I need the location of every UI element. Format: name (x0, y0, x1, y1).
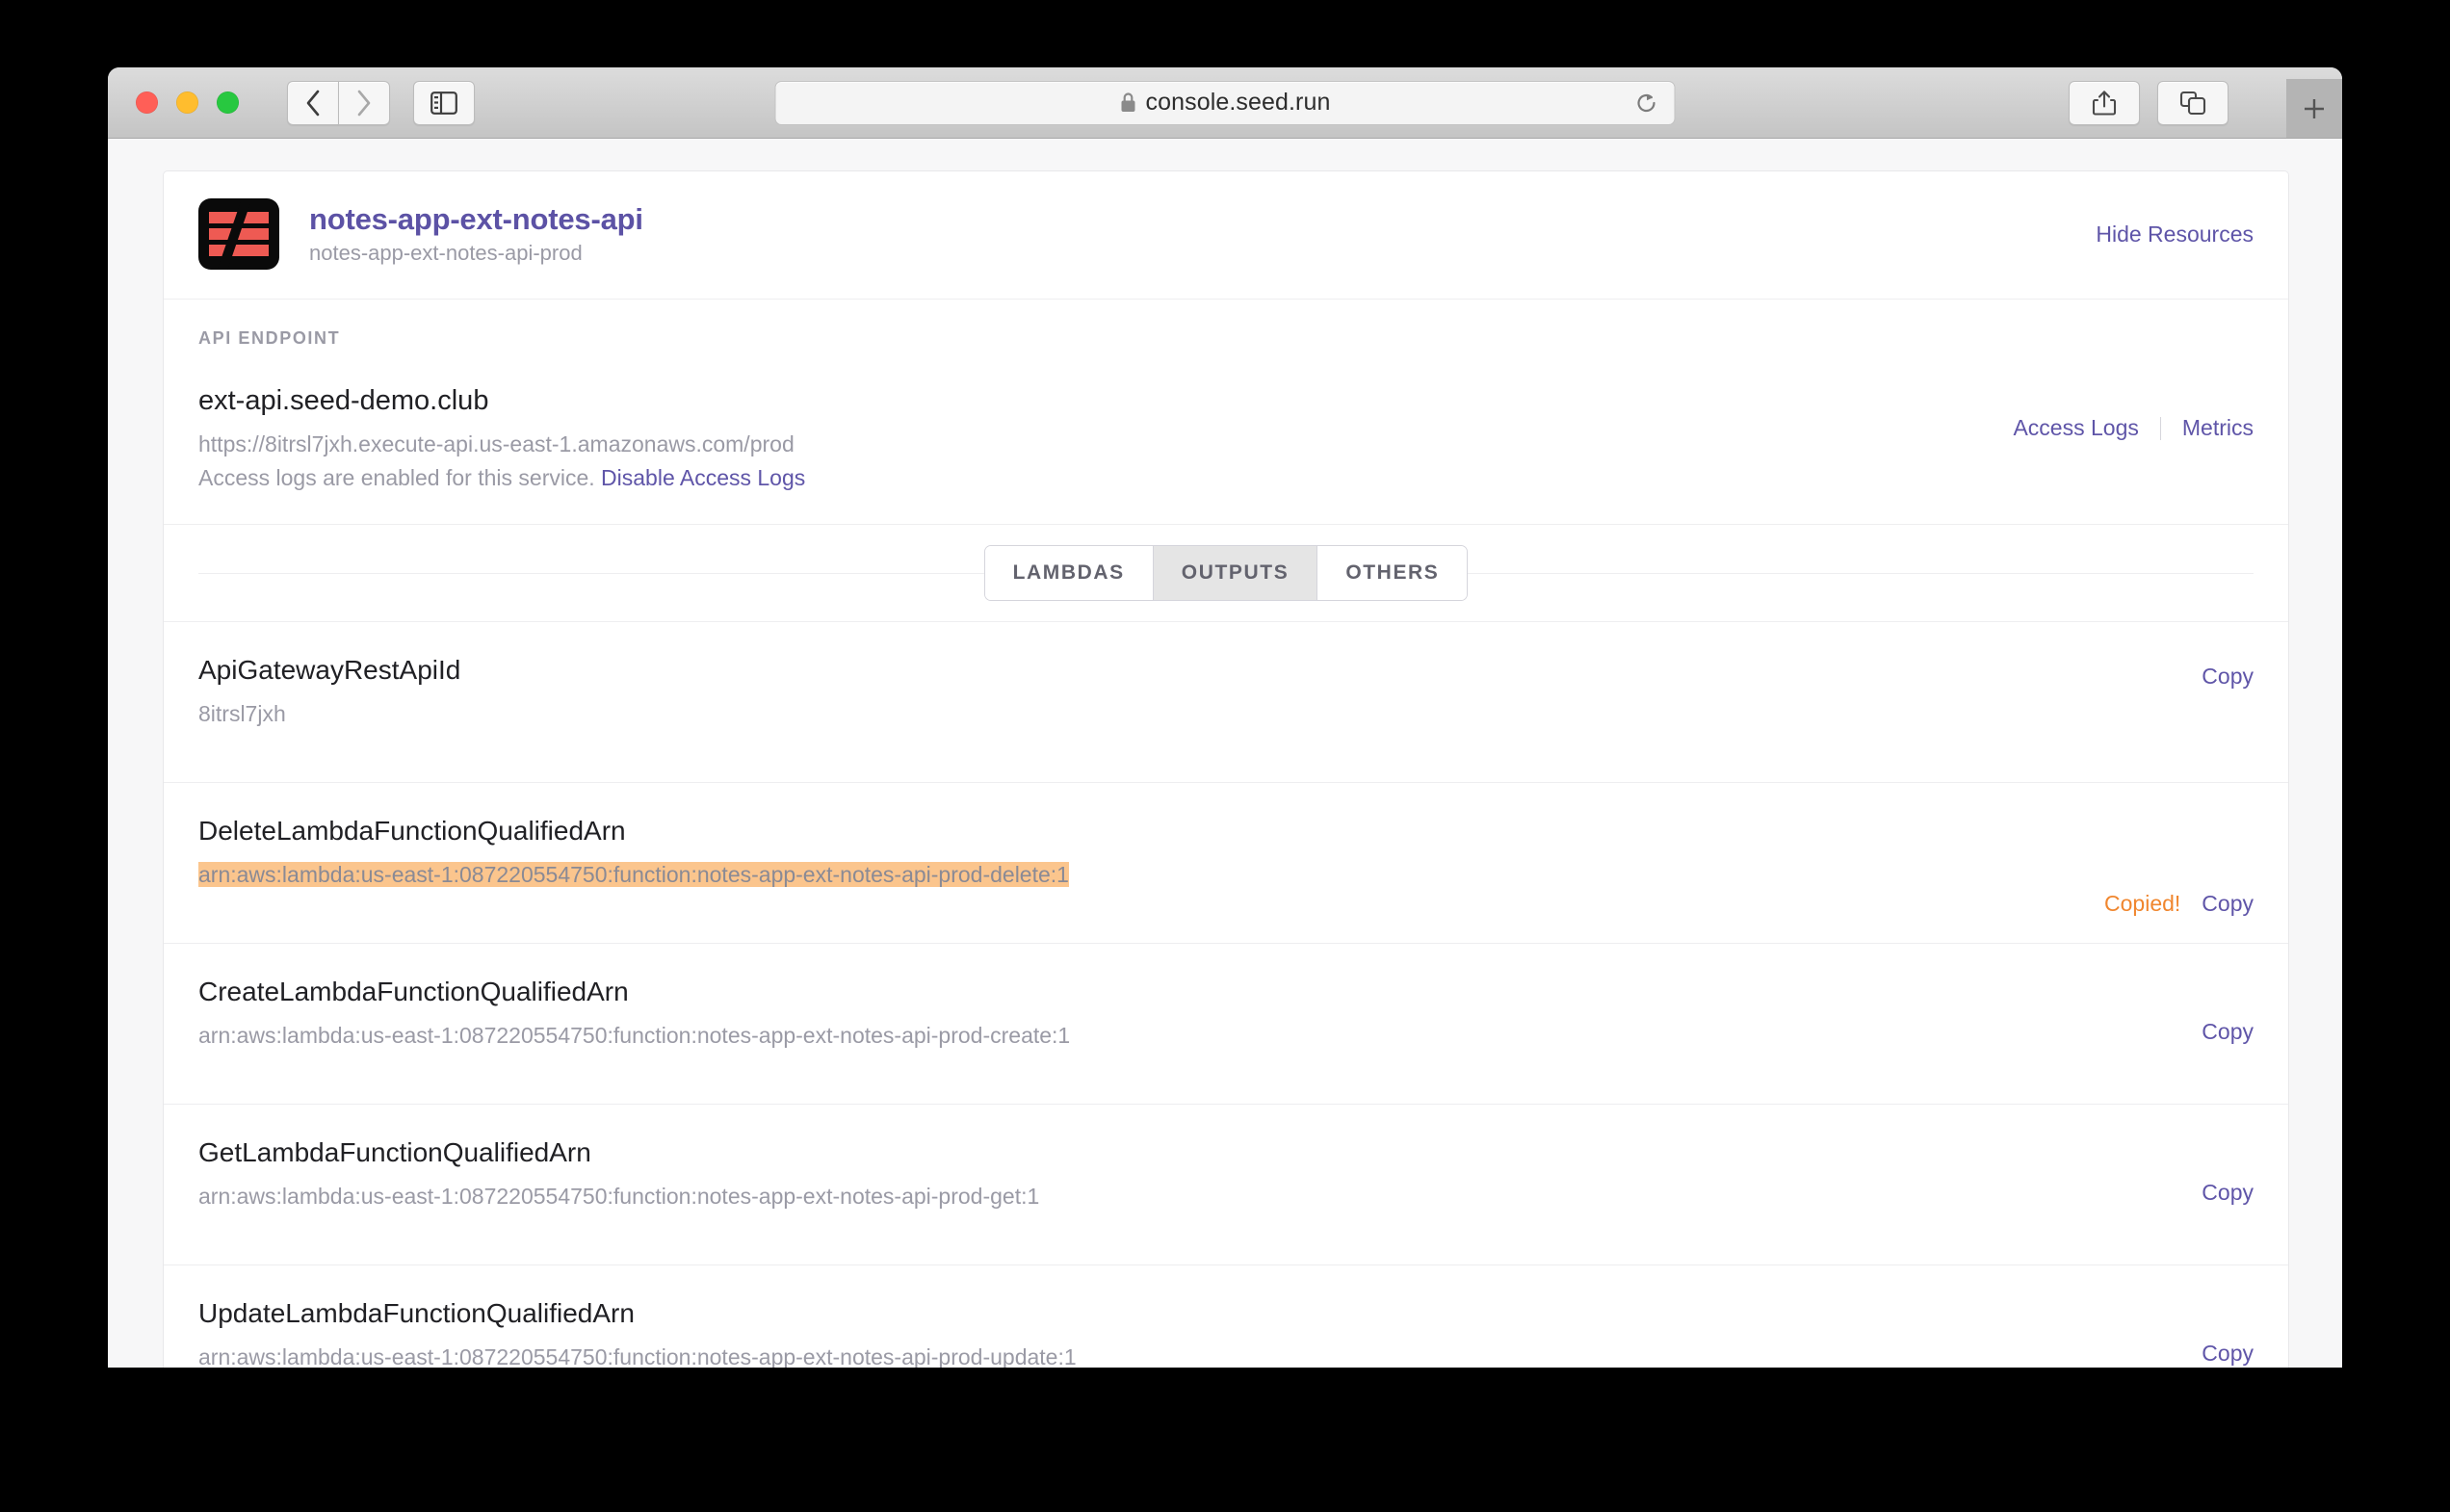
url-text: console.seed.run (1145, 89, 1331, 116)
table-row: ApiGatewayRestApiId 8itrsl7jxh Copy (164, 621, 2288, 782)
table-row: CreateLambdaFunctionQualifiedArn arn:aws… (164, 943, 2288, 1104)
row-actions: Copy (2202, 1341, 2254, 1367)
browser-right-tools (2069, 80, 2228, 125)
seed-app-logo-icon (198, 198, 279, 270)
row-actions: Copy (2202, 664, 2254, 690)
table-row: GetLambdaFunctionQualifiedArn arn:aws:la… (164, 1104, 2288, 1264)
output-value: arn:aws:lambda:us-east-1:087220554750:fu… (198, 862, 1069, 887)
service-header: notes-app-ext-notes-api notes-app-ext-no… (164, 171, 2288, 300)
plus-icon (2305, 98, 2324, 118)
disable-access-logs-link[interactable]: Disable Access Logs (601, 465, 805, 490)
chevron-left-icon (306, 90, 320, 116)
row-actions: Copy (2202, 1019, 2254, 1045)
browser-window: console.seed.run notes-app-ext-notes-api… (108, 67, 2342, 1368)
reload-icon (1637, 93, 1655, 112)
copy-button[interactable]: Copy (2202, 664, 2254, 690)
tab-others[interactable]: OTHERS (1317, 546, 1468, 600)
endpoint-domain: ext-api.seed-demo.club (198, 385, 489, 416)
tab-outputs[interactable]: OUTPUTS (1153, 546, 1318, 600)
row-actions: Copy (2202, 1180, 2254, 1206)
page-body: notes-app-ext-notes-api notes-app-ext-no… (108, 139, 2342, 1368)
forward-button[interactable] (338, 80, 390, 125)
sidebar-toggle-button[interactable] (413, 80, 475, 125)
table-row: UpdateLambdaFunctionQualifiedArn arn:aws… (164, 1264, 2288, 1368)
address-bar[interactable]: console.seed.run (774, 80, 1676, 125)
copied-status-badge: Copied! (2104, 891, 2181, 916)
api-endpoint-section: API ENDPOINT ext-api.seed-demo.club http… (164, 300, 2288, 525)
sidebar-toggle-icon (430, 91, 457, 115)
output-name: UpdateLambdaFunctionQualifiedArn (198, 1298, 635, 1328)
hide-resources-link[interactable]: Hide Resources (2096, 222, 2254, 248)
copy-button[interactable]: Copy (2202, 1019, 2254, 1045)
tab-overview-icon (2179, 91, 2206, 115)
table-row: DeleteLambdaFunctionQualifiedArn arn:aws… (164, 782, 2288, 943)
output-name: DeleteLambdaFunctionQualifiedArn (198, 816, 626, 846)
page-subtitle: notes-app-ext-notes-api-prod (309, 241, 583, 265)
share-icon (2092, 90, 2117, 116)
resource-tabs-container: LAMBDAS OUTPUTS OTHERS (164, 525, 2288, 621)
service-header-text: notes-app-ext-notes-api notes-app-ext-no… (309, 202, 643, 266)
endpoint-links: Access Logs Metrics (2013, 415, 2254, 441)
link-divider (2159, 416, 2161, 440)
back-button[interactable] (287, 80, 338, 125)
output-value: 8itrsl7jxh (198, 701, 286, 726)
minimize-window-button[interactable] (176, 91, 198, 114)
output-name: CreateLambdaFunctionQualifiedArn (198, 977, 629, 1006)
access-logs-link[interactable]: Access Logs (2013, 415, 2138, 441)
endpoint-url: https://8itrsl7jxh.execute-api.us-east-1… (198, 431, 795, 456)
tab-lambdas[interactable]: LAMBDAS (984, 546, 1154, 600)
page-title[interactable]: notes-app-ext-notes-api (309, 202, 643, 237)
output-name: GetLambdaFunctionQualifiedArn (198, 1137, 591, 1167)
metrics-link[interactable]: Metrics (2182, 415, 2254, 441)
output-name: ApiGatewayRestApiId (198, 655, 461, 685)
output-value: arn:aws:lambda:us-east-1:087220554750:fu… (198, 1023, 1071, 1048)
reload-button[interactable] (1632, 89, 1661, 117)
new-tab-button[interactable] (2286, 79, 2342, 138)
address-bar-container: console.seed.run (774, 80, 1676, 125)
resource-tabs: LAMBDAS OUTPUTS OTHERS (983, 545, 1469, 601)
output-value: arn:aws:lambda:us-east-1:087220554750:fu… (198, 1344, 1077, 1368)
service-card: notes-app-ext-notes-api notes-app-ext-no… (163, 170, 2289, 1368)
copy-button[interactable]: Copy (2202, 891, 2254, 917)
access-logs-note: Access logs are enabled for this service… (198, 465, 2254, 491)
window-controls (136, 91, 239, 114)
copy-button[interactable]: Copy (2202, 1341, 2254, 1367)
lock-icon (1121, 92, 1135, 112)
row-actions: Copied! Copy (2104, 891, 2254, 917)
access-logs-note-text: Access logs are enabled for this service… (198, 465, 595, 490)
tab-overview-button[interactable] (2157, 80, 2228, 125)
api-endpoint-label: API ENDPOINT (198, 328, 341, 348)
browser-titlebar: console.seed.run (108, 67, 2342, 139)
close-window-button[interactable] (136, 91, 158, 114)
output-value: arn:aws:lambda:us-east-1:087220554750:fu… (198, 1184, 1040, 1209)
navigation-buttons (287, 80, 390, 125)
maximize-window-button[interactable] (217, 91, 239, 114)
chevron-right-icon (357, 90, 371, 116)
copy-button[interactable]: Copy (2202, 1180, 2254, 1206)
share-button[interactable] (2069, 80, 2140, 125)
